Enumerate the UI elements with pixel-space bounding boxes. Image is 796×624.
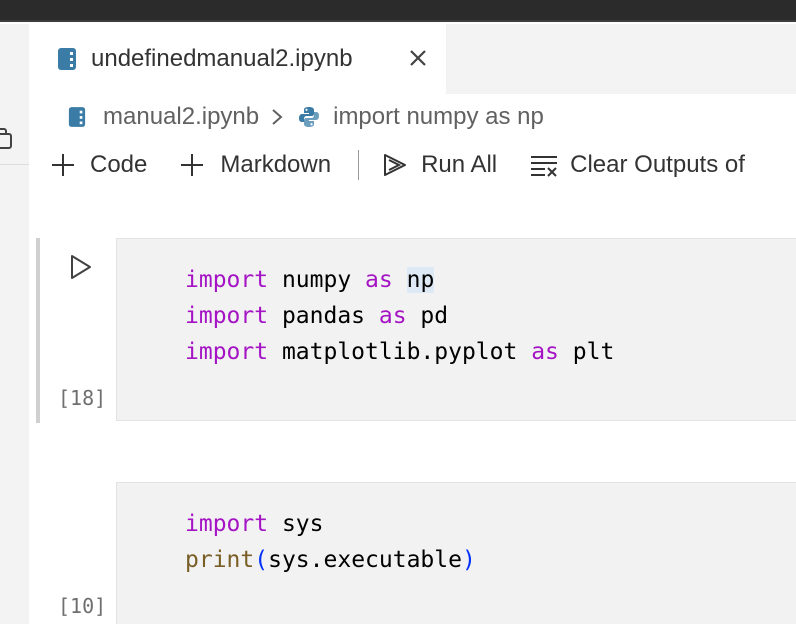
- notebook-toolbar: Code Markdown Run All Clear Outputs of: [50, 146, 745, 184]
- cell-focus-indicator: [36, 238, 40, 423]
- code-cell[interactable]: import numpy as np import pandas as pd imp…: [116, 238, 796, 421]
- code-token: numpy: [268, 267, 366, 293]
- code-line: import pandas as pd: [185, 298, 614, 334]
- execution-count: [18]: [58, 386, 107, 410]
- copy-icon[interactable]: [0, 126, 14, 152]
- code-keyword: import: [185, 303, 269, 329]
- execution-count: [10]: [58, 594, 107, 618]
- chevron-right-icon: [272, 109, 283, 125]
- code-token: pandas: [268, 303, 379, 329]
- code-line: import matplotlib.pyplot as plt: [185, 334, 614, 370]
- window-title-bar: [0, 0, 796, 22]
- code-token: ): [461, 547, 476, 573]
- code-line: import numpy as np: [185, 262, 614, 298]
- code-token: matplotlib.pyplot: [268, 339, 532, 365]
- editor-tab-bar: undefinedmanual2.ipynb: [29, 24, 796, 94]
- clear-all-icon: [531, 156, 558, 177]
- clear-outputs-button[interactable]: Clear Outputs of: [529, 151, 745, 179]
- toolbar-divider: [358, 150, 360, 180]
- code-keyword: as: [378, 303, 407, 329]
- breadcrumb: manual2.ipynb import numpy as np: [68, 100, 544, 134]
- plus-icon: [52, 154, 74, 176]
- code-token: (: [254, 547, 269, 573]
- run-cell-icon[interactable]: [68, 253, 94, 281]
- code-keyword: import: [185, 267, 269, 293]
- code-token: pd: [406, 303, 449, 329]
- code-keyword: as: [531, 339, 559, 365]
- notebook-icon: [58, 48, 76, 70]
- code-keyword: as: [365, 267, 393, 293]
- code-token: np: [406, 267, 435, 293]
- close-icon[interactable]: [407, 47, 429, 69]
- notebook-icon: [68, 107, 86, 127]
- divider: [0, 164, 29, 165]
- tab-undefinedmanual2[interactable]: undefinedmanual2.ipynb: [29, 24, 446, 94]
- plus-icon: [181, 154, 204, 176]
- code-token: sys.executable: [268, 547, 462, 573]
- run-all-button[interactable]: Run All: [381, 151, 497, 179]
- code-keyword: import: [185, 511, 269, 537]
- code-cell[interactable]: import sys print(sys.executable): [116, 482, 796, 624]
- python-icon: [299, 107, 320, 127]
- cell-code[interactable]: import numpy as np import pandas as pd imp…: [185, 262, 614, 370]
- run-all-icon: [384, 154, 407, 176]
- breadcrumb-file[interactable]: manual2.ipynb: [103, 103, 259, 131]
- breadcrumb-symbol[interactable]: import numpy as np: [333, 103, 544, 131]
- clear-outputs-label: Clear Outputs of: [570, 151, 745, 178]
- code-line: print(sys.executable): [185, 542, 476, 578]
- code-keyword: import: [185, 339, 269, 365]
- add-code-cell-button[interactable]: Code: [50, 151, 147, 179]
- code-function: print: [185, 547, 255, 573]
- cell-code[interactable]: import sys print(sys.executable): [185, 506, 476, 578]
- code-line: import sys: [185, 506, 476, 542]
- add-markdown-label: Markdown: [220, 151, 332, 178]
- activity-bar: [0, 24, 29, 624]
- code-token: plt: [558, 339, 615, 365]
- tab-title: undefinedmanual2.ipynb: [91, 45, 353, 72]
- add-markdown-cell-button[interactable]: Markdown: [179, 151, 331, 179]
- code-token: sys: [268, 511, 324, 537]
- add-code-label: Code: [90, 151, 148, 178]
- run-all-label: Run All: [421, 151, 498, 178]
